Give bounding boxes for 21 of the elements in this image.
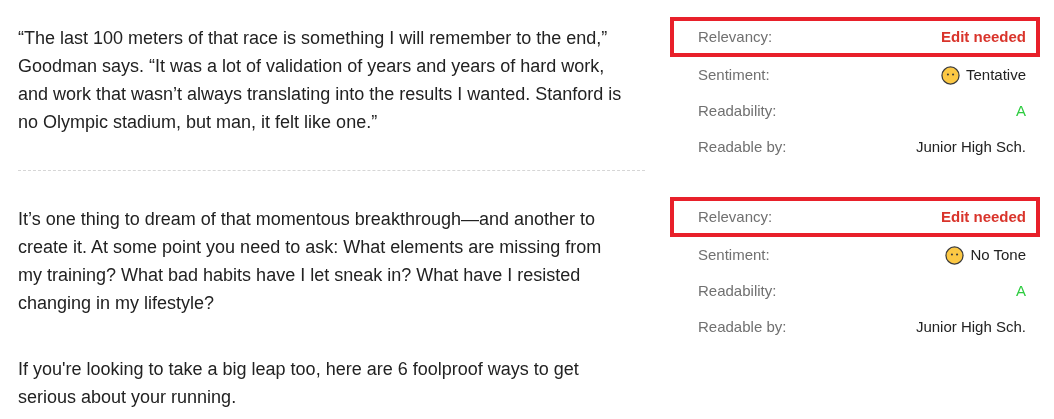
metric-value: Junior High Sch. <box>915 316 1026 337</box>
metric-label: Readability: <box>698 100 777 121</box>
metric-label: Sentiment: <box>698 64 770 85</box>
paragraph: It’s one thing to dream of that momentous breakthrough—and another to create it. At some point you need to ask: What elements are missing from my training? What bad habits have I let sneak in? What have I resisted changing in my lifestyle? <box>18 208 603 315</box>
paragraph: “The last 100 meters of that race is something I will remember to the end,” Goodman says. “It was a lot of validation of years and years of hard work, and work that wasn’t always translating into the results I wanted. Stanford is no Olympic stadium, but man, it felt like one.” <box>18 27 623 134</box>
metric-value: No Tone <box>970 244 1026 265</box>
metric-label: Readable by: <box>698 316 787 337</box>
paragraph: If you're looking to take a big leap too, here are 6 foolproof ways to get serious about your running. <box>18 358 580 409</box>
neutral-face-icon <box>945 245 965 265</box>
metric-value: Tentative <box>965 64 1026 85</box>
metric-value: Edit needed <box>941 206 1026 227</box>
metric-label: Readability: <box>698 280 777 301</box>
metric-label: Sentiment: <box>698 244 770 265</box>
metric-value: Junior High Sch. <box>915 136 1026 157</box>
metric-value: Edit needed <box>941 26 1026 47</box>
metric-label: Readable by: <box>698 136 787 157</box>
metric-label: Relevancy: <box>698 26 773 47</box>
neutral-face-icon <box>940 65 960 85</box>
metric-label: Relevancy: <box>698 206 773 227</box>
metric-value: A <box>1016 280 1026 301</box>
metric-value: A <box>1016 100 1026 121</box>
